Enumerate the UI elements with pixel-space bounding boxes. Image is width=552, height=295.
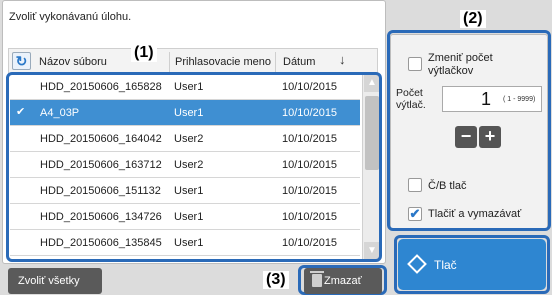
annotation-label-1: (1) <box>131 44 157 62</box>
print-button[interactable]: Tlač <box>398 239 546 290</box>
select-all-button[interactable]: Zvoliť všetky <box>8 268 102 294</box>
copies-label: Počet výtlač. <box>396 87 426 111</box>
sort-down-icon[interactable]: ↓ <box>339 52 346 67</box>
column-header-user[interactable]: Prihlasovacie meno <box>175 56 271 68</box>
bw-print-label: Č/B tlač <box>428 180 467 192</box>
print-delete-checkbox[interactable]: ✔ <box>408 207 422 221</box>
delete-label: Zmazať <box>324 275 362 287</box>
increment-button[interactable]: + <box>479 126 501 148</box>
refresh-icon[interactable]: ↻ <box>12 52 31 70</box>
delete-button[interactable]: Zmazať <box>304 268 382 294</box>
annotation-label-2: (2) <box>460 10 486 28</box>
copies-range: ( 1 - 9999) <box>503 96 536 103</box>
trash-icon <box>310 271 324 287</box>
change-copies-label: Zmeniť počet výtlačkov <box>428 52 493 77</box>
copies-value: 1 <box>481 89 492 109</box>
change-copies-checkbox[interactable] <box>408 57 422 71</box>
copies-field[interactable]: 1 ( 1 - 9999) <box>442 86 542 112</box>
print-label: Tlač <box>434 258 457 272</box>
instruction-text: Zvoliť vykonávanú úlohu. <box>9 11 132 23</box>
annotation-label-3: (3) <box>263 271 289 289</box>
annotation-outline-1 <box>6 72 382 262</box>
column-header-name[interactable]: Názov súboru <box>39 56 107 68</box>
print-diamond-icon <box>407 254 427 274</box>
list-header: ↻ Názov súboru Prihlasovacie meno Dátum … <box>8 48 378 74</box>
print-delete-label: Tlačiť a vymazávať <box>428 208 522 220</box>
column-header-date[interactable]: Dátum <box>283 56 315 68</box>
decrement-button[interactable]: − <box>455 126 477 148</box>
bw-print-checkbox[interactable] <box>408 178 422 192</box>
